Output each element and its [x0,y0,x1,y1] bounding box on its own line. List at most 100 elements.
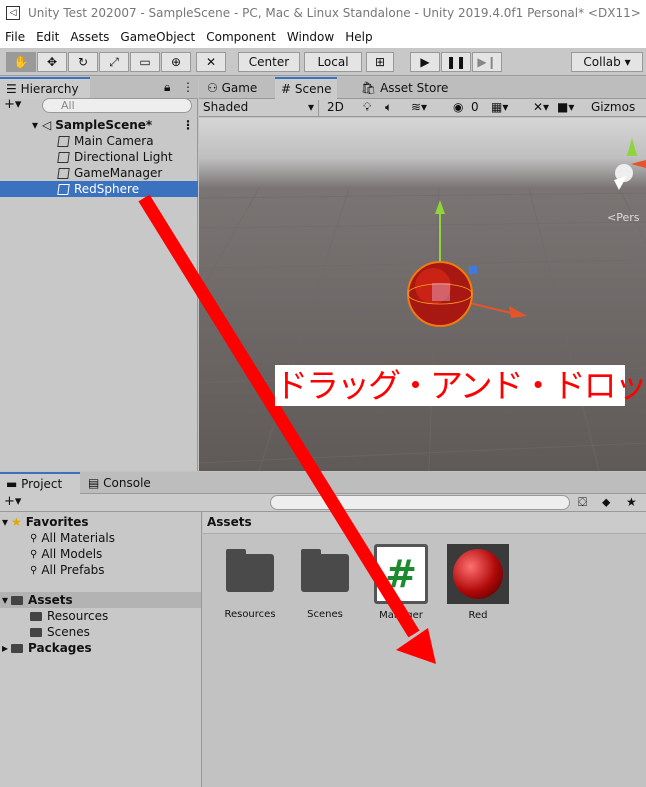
lighting-icon[interactable]: 💡︎ [363,100,371,115]
step-button[interactable]: ▶❙ [472,52,502,72]
hierarchy-item-label: GameManager [74,166,163,180]
shading-mode-dropdown[interactable]: Shaded ▾ [203,100,319,116]
asset-label: Resources [224,609,276,620]
hierarchy-item-redsphere[interactable]: RedSphere [0,181,198,197]
tools-icon[interactable]: ✕▾ [533,100,549,114]
main-toolbar: ✋ ✥ ↻ ⤢ ▭ ⊕ ✕ Center Local ⊞ ▶ ❚❚ ▶❙ Col… [0,48,646,76]
favorite-label: All Prefabs [41,563,105,577]
snap-icon[interactable]: ⊞ [366,52,394,72]
z-axis-handle[interactable] [469,266,477,274]
2d-toggle[interactable]: 2D [327,100,344,114]
hidden-count: 0 [471,100,479,114]
pivot-center-label: Center [248,55,290,69]
pivot-local-button[interactable]: Local [304,52,362,72]
lock-icon[interactable]: 🔒︎ [164,80,170,95]
search-by-label-icon[interactable]: ⬥ [602,495,610,510]
expand-icon[interactable]: ▸ [2,641,8,655]
tab-game[interactable]: ⚇ Game [201,77,263,99]
hierarchy-search-input[interactable]: All [42,98,192,113]
project-tree: ▾ ★ Favorites ⚲ All Materials ⚲ All Models ⚲… [0,512,202,787]
tab-project[interactable]: ▬ Project [0,472,80,494]
hierarchy-item-directional-light[interactable]: Directional Light [0,149,198,165]
scale-tool-icon[interactable]: ⤢ [99,52,129,72]
favorite-label: All Materials [41,531,116,545]
move-plane-handle[interactable] [432,283,450,301]
favorite-all-prefabs[interactable]: ⚲ All Prefabs [0,562,198,578]
create-dropdown[interactable]: +▾ [4,97,21,112]
scene-name: SampleScene* [55,118,153,132]
assets-folder[interactable]: ▾ Assets [0,592,201,608]
hierarchy-panel: ☰ Hierarchy 🔒︎ ⋮ +▾ All ▾ ◁ SampleScene*… [0,77,198,471]
play-button[interactable]: ▶ [410,52,440,72]
tab-console-label: Console [103,476,151,490]
scene-root[interactable]: ▾ ◁ SampleScene* ⋮ [0,117,198,133]
asset-red-material[interactable]: Red [445,544,511,621]
hidden-objects-icon[interactable]: ◉ [453,100,463,114]
hierarchy-header: ☰ Hierarchy 🔒︎ ⋮ [0,77,198,99]
scene-menu-icon[interactable]: ⋮ [182,118,194,132]
folder-label: Scenes [47,625,90,639]
folder-resources[interactable]: Resources [0,608,198,624]
menu-assets[interactable]: Assets [70,30,109,44]
camera-icon[interactable]: ■▾ [557,100,574,114]
asset-label: Manager [379,610,423,621]
shading-mode-label: Shaded [203,100,249,114]
pivot-center-button[interactable]: Center [238,52,300,72]
tab-scene-label: Scene [294,82,332,96]
menu-edit[interactable]: Edit [36,30,59,44]
expand-icon[interactable]: ▾ [32,118,38,132]
asset-scenes[interactable]: Scenes [292,544,358,620]
assets-label: Assets [28,593,73,607]
effects-icon[interactable]: ≋▾ [411,100,427,114]
tab-asset-store[interactable]: 🛍︎ Asset Store [355,77,454,99]
x-axis-arrow-icon[interactable] [509,306,527,318]
search-icon: ⚲ [30,564,38,576]
assets-breadcrumb[interactable]: Assets [203,512,646,534]
expand-icon[interactable]: ▾ [2,593,8,607]
material-sphere-icon [453,549,503,599]
favorite-all-materials[interactable]: ⚲ All Materials [0,530,198,546]
asset-resources[interactable]: Resources [217,544,283,620]
tab-hierarchy[interactable]: ☰ Hierarchy [0,77,90,99]
folder-icon [11,643,24,653]
scene-orientation-gizmo-icon[interactable] [614,138,646,190]
transform-tool-icon[interactable]: ⊕ [161,52,191,72]
move-tool-icon[interactable]: ✥ [37,52,67,72]
project-create-dropdown[interactable]: +▾ [4,494,21,509]
tab-scene[interactable]: # Scene [275,77,338,99]
custom-tool-icon[interactable]: ✕ [196,52,226,72]
expand-icon[interactable]: ▾ [2,515,8,529]
hand-tool-icon[interactable]: ✋ [6,52,36,72]
menu-gameobject[interactable]: GameObject [120,30,195,44]
favorite-star-icon[interactable]: ★ [626,495,637,509]
menu-help[interactable]: Help [345,30,372,44]
menu-file[interactable]: File [5,30,25,44]
asset-manager-script[interactable]: # Manager [368,544,434,621]
pause-button[interactable]: ❚❚ [441,52,471,72]
rect-tool-icon[interactable]: ▭ [130,52,160,72]
hierarchy-item-gamemanager[interactable]: GameManager [0,165,198,181]
scene-viewport[interactable]: <Pers [199,118,646,471]
gizmos-dropdown[interactable]: Gizmos [591,100,635,114]
favorite-all-models[interactable]: ⚲ All Models [0,546,198,562]
packages-folder[interactable]: ▸ Packages [0,640,198,656]
grid-icon[interactable]: ▦▾ [491,100,508,114]
tab-console[interactable]: ▤ Console [82,472,157,494]
search-by-type-icon[interactable]: ⛋ [578,495,587,510]
panel-menu-icon[interactable]: ⋮ [182,80,194,94]
project-search-input[interactable] [270,495,570,510]
hierarchy-search-placeholder: All [61,99,75,112]
title-bar: ◁ Unity Test 202007 - SampleScene - PC, … [0,0,646,26]
menu-bar: File Edit Assets GameObject Component Wi… [0,26,646,48]
folder-icon [30,627,42,637]
audio-icon[interactable]: 🔈︎ [385,100,392,115]
y-axis-arrow-icon[interactable] [435,200,445,214]
rotate-tool-icon[interactable]: ↻ [68,52,98,72]
folder-scenes[interactable]: Scenes [0,624,198,640]
collab-button[interactable]: Collab ▾ [571,52,643,72]
persp-label[interactable]: <Pers [607,211,640,224]
favorites-header[interactable]: ▾ ★ Favorites [0,514,198,530]
menu-component[interactable]: Component [206,30,276,44]
hierarchy-item-main-camera[interactable]: Main Camera [0,133,198,149]
menu-window[interactable]: Window [287,30,334,44]
